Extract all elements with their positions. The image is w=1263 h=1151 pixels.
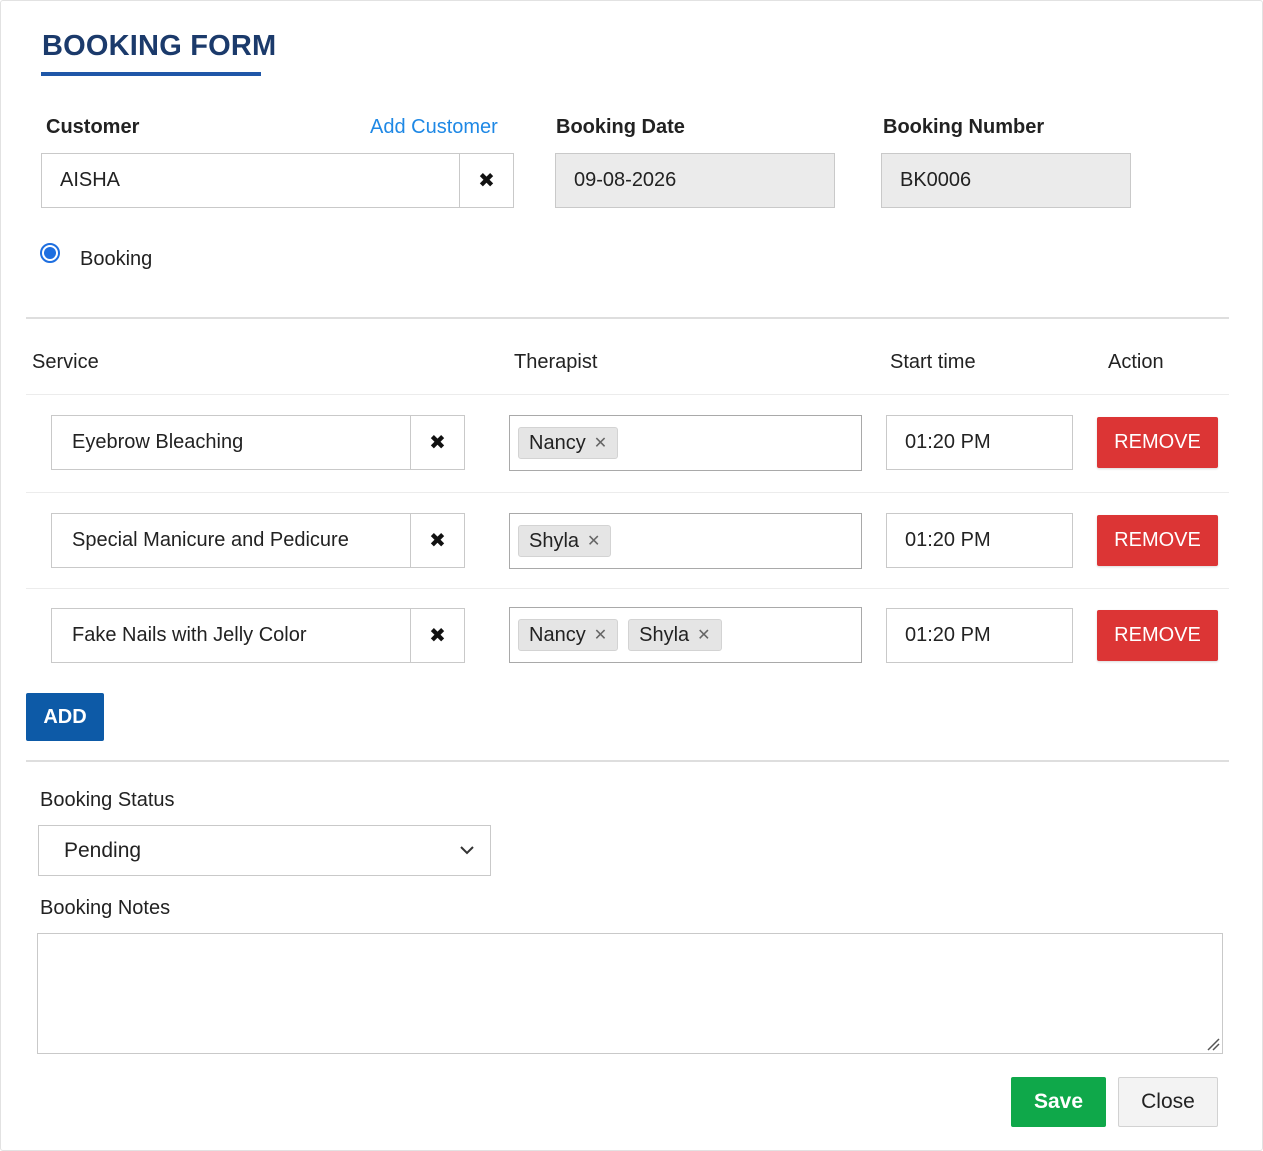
customer-label: Customer — [46, 116, 140, 138]
radio-selected-dot — [44, 247, 56, 259]
booking-radio-label: Booking — [80, 248, 153, 270]
service-clear-button[interactable]: ✖ — [410, 608, 465, 663]
therapist-multiselect[interactable]: Shyla ✕ — [509, 513, 862, 569]
service-clear-button[interactable]: ✖ — [410, 415, 465, 470]
save-button[interactable]: Save — [1011, 1077, 1106, 1127]
booking-status-label: Booking Status — [40, 789, 175, 811]
tag-remove-icon[interactable]: ✕ — [594, 625, 607, 645]
close-icon: ✖ — [429, 530, 446, 552]
therapist-multiselect[interactable]: Nancy ✕ Shyla ✕ — [509, 607, 862, 663]
service-input[interactable]: Eyebrow Bleaching — [51, 415, 412, 470]
add-service-button[interactable]: ADD — [26, 693, 104, 741]
start-time-header: Start time — [890, 351, 976, 373]
service-input[interactable]: Special Manicure and Pedicure — [51, 513, 412, 568]
table-row-separator — [26, 588, 1229, 589]
start-time-input[interactable]: 01:20 PM — [886, 608, 1073, 663]
close-icon: ✖ — [429, 625, 446, 647]
booking-radio[interactable] — [40, 243, 60, 263]
divider — [26, 760, 1229, 762]
booking-number-label: Booking Number — [883, 116, 1045, 138]
booking-number-field: BK0006 — [881, 153, 1131, 208]
remove-button[interactable]: REMOVE — [1097, 417, 1218, 468]
close-icon: ✖ — [429, 432, 446, 454]
tag-remove-icon[interactable]: ✕ — [594, 433, 607, 453]
remove-button[interactable]: REMOVE — [1097, 515, 1218, 566]
start-time-input[interactable]: 01:20 PM — [886, 415, 1073, 470]
add-customer-link[interactable]: Add Customer — [370, 116, 498, 139]
booking-notes-label: Booking Notes — [40, 897, 171, 919]
table-row-separator — [26, 394, 1229, 395]
therapist-tag: Shyla ✕ — [518, 525, 612, 557]
booking-status-value: Pending — [64, 838, 142, 862]
title-underline — [41, 72, 261, 76]
customer-clear-button[interactable]: ✖ — [459, 153, 514, 208]
form-title: BOOKING FORM — [42, 30, 277, 62]
therapist-tag: Nancy ✕ — [518, 619, 619, 651]
therapist-multiselect[interactable]: Nancy ✕ — [509, 415, 862, 471]
therapist-tag-label: Shyla — [639, 623, 690, 646]
close-button[interactable]: Close — [1118, 1077, 1218, 1127]
start-time-input[interactable]: 01:20 PM — [886, 513, 1073, 568]
service-input[interactable]: Fake Nails with Jelly Color — [51, 608, 412, 663]
resize-handle-icon[interactable] — [1204, 1035, 1220, 1051]
therapist-header: Therapist — [514, 351, 598, 373]
customer-input[interactable]: AISHA — [41, 153, 461, 208]
service-clear-button[interactable]: ✖ — [410, 513, 465, 568]
therapist-tag: Shyla ✕ — [628, 619, 722, 651]
table-row-separator — [26, 492, 1229, 493]
therapist-tag-label: Nancy — [529, 623, 586, 646]
therapist-tag-label: Shyla — [529, 529, 580, 552]
tag-remove-icon[interactable]: ✕ — [587, 531, 600, 551]
booking-notes-textarea[interactable] — [37, 933, 1223, 1054]
action-header: Action — [1108, 351, 1164, 373]
therapist-tag: Nancy ✕ — [518, 427, 619, 459]
chevron-down-icon — [460, 846, 474, 855]
therapist-tag-label: Nancy — [529, 431, 586, 454]
close-icon: ✖ — [478, 170, 495, 192]
remove-button[interactable]: REMOVE — [1097, 610, 1218, 661]
divider — [26, 317, 1229, 319]
booking-date-field: 09-08-2026 — [555, 153, 835, 208]
service-header: Service — [32, 351, 99, 373]
booking-status-select[interactable]: Pending — [38, 825, 491, 876]
booking-date-label: Booking Date — [556, 116, 685, 138]
tag-remove-icon[interactable]: ✕ — [697, 625, 710, 645]
